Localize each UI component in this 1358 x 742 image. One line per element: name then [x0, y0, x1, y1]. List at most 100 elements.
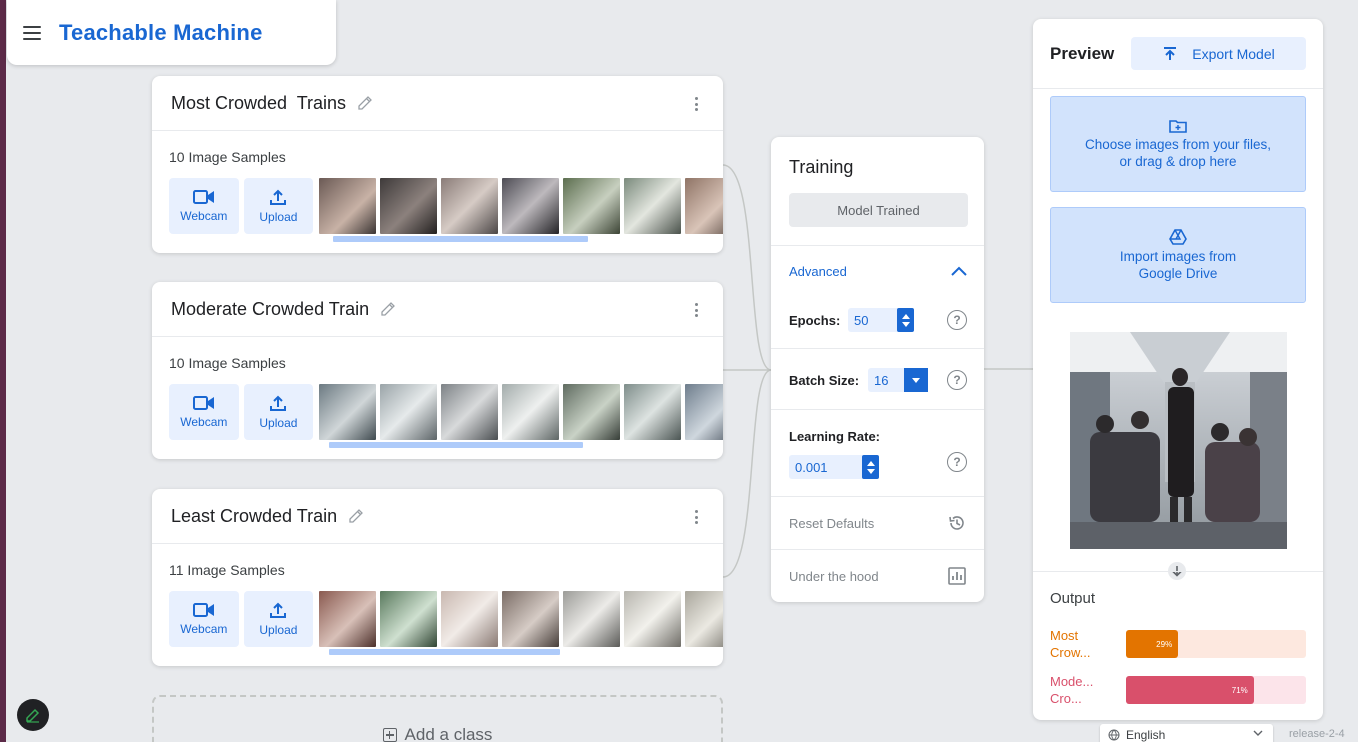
under-the-hood-button[interactable]: Under the hood [789, 569, 879, 584]
more-options-icon[interactable] [695, 97, 699, 111]
folder-icon [1169, 119, 1187, 133]
sample-thumbnail[interactable] [319, 591, 377, 647]
upload-button[interactable]: Upload [243, 178, 314, 234]
more-options-icon[interactable] [695, 510, 699, 524]
menu-icon[interactable] [23, 25, 41, 40]
epochs-input[interactable]: 50 [848, 308, 914, 332]
sample-thumbnail[interactable] [319, 178, 377, 234]
file-drop-zone[interactable]: Choose images from your files, or drag &… [1050, 96, 1306, 192]
help-icon[interactable]: ? [947, 310, 967, 330]
output-bar-fill: 29% [1126, 630, 1179, 658]
sample-thumbnail[interactable] [441, 384, 499, 440]
export-model-button[interactable]: Export Model [1131, 37, 1306, 70]
learning-rate-stepper[interactable] [862, 455, 879, 479]
sample-thumbnail[interactable] [685, 591, 723, 647]
sample-thumbnail[interactable] [441, 591, 499, 647]
drive-line1: Import images from [1119, 248, 1237, 264]
output-label-1: Most Crow... [1050, 627, 1120, 661]
class-header: Moderate Crowded Train [152, 282, 723, 337]
edit-pencil-icon[interactable] [379, 300, 397, 318]
language-select[interactable]: English [1100, 724, 1273, 742]
advanced-toggle[interactable]: Advanced [789, 264, 847, 279]
webcam-button[interactable]: Webcam [169, 178, 239, 234]
google-drive-import[interactable]: Import images from Google Drive [1050, 207, 1306, 303]
sample-thumbnail[interactable] [502, 384, 560, 440]
bar-chart-icon[interactable] [947, 566, 967, 586]
output-bar-1: 29% [1126, 630, 1306, 658]
learning-rate-value: 0.001 [795, 459, 828, 475]
batch-size-value: 16 [874, 372, 889, 388]
chevron-up-icon[interactable] [950, 265, 968, 277]
sample-count: 11 Image Samples [169, 562, 285, 578]
sample-thumbnail[interactable] [563, 178, 621, 234]
edit-pencil-icon[interactable] [347, 507, 365, 525]
sample-thumbnail[interactable] [685, 178, 723, 234]
batch-size-select[interactable]: 16 [868, 368, 928, 392]
add-class-button[interactable]: Add a class [152, 695, 723, 742]
sample-thumbnail[interactable] [563, 591, 621, 647]
sample-thumbnail[interactable] [380, 178, 438, 234]
upload-label: Upload [259, 210, 298, 224]
preview-panel: Preview Export Model Choose images from … [1033, 19, 1323, 720]
sample-thumbnails[interactable] [319, 591, 723, 647]
learning-rate-input[interactable]: 0.001 [789, 455, 879, 479]
upload-icon [270, 602, 287, 618]
upload-label: Upload [259, 623, 298, 637]
output-percent: 29% [1156, 639, 1173, 649]
drop-zone-line1: Choose images from your files, [1084, 136, 1272, 152]
reset-defaults-button[interactable]: Reset Defaults [789, 516, 874, 531]
edit-fab-button[interactable] [17, 699, 49, 731]
train-model-button[interactable]: Model Trained [789, 193, 968, 227]
preview-title: Preview [1050, 44, 1115, 63]
upload-button[interactable]: Upload [243, 384, 314, 440]
sample-count: 10 Image Samples [169, 149, 286, 165]
drop-zone-line2: or drag & drop here [1119, 153, 1237, 169]
webcam-label: Webcam [180, 415, 228, 429]
sample-thumbnail[interactable] [685, 384, 723, 440]
sample-thumbnail[interactable] [502, 591, 560, 647]
dropdown-arrow-icon[interactable] [904, 368, 928, 392]
sample-thumbnail[interactable] [380, 591, 438, 647]
class-name[interactable]: Moderate Crowded Train [171, 299, 369, 320]
sample-thumbnails[interactable] [319, 384, 723, 440]
divider [771, 348, 984, 349]
sample-thumbnail[interactable] [624, 384, 682, 440]
sample-thumbnail[interactable] [441, 178, 499, 234]
sample-thumbnail[interactable] [319, 384, 377, 440]
webcam-icon [192, 603, 214, 617]
sample-thumbnail[interactable] [624, 178, 682, 234]
history-icon[interactable] [947, 513, 967, 533]
sample-thumbnail[interactable] [624, 591, 682, 647]
sample-thumbnail[interactable] [380, 384, 438, 440]
thumbnail-scrollbar[interactable] [333, 236, 588, 242]
upload-button[interactable]: Upload [243, 591, 314, 647]
help-icon[interactable]: ? [947, 370, 967, 390]
sample-thumbnails[interactable] [319, 178, 723, 234]
output-label-1-line2: Crow... [1050, 645, 1091, 660]
output-label-2: Mode... Cro... [1050, 673, 1120, 707]
class-name[interactable]: Most Crowded Trains [171, 93, 346, 114]
sample-count: 10 Image Samples [169, 355, 286, 371]
more-options-icon[interactable] [695, 303, 699, 317]
sample-row: Webcam Upload [152, 384, 723, 440]
edit-pencil-icon[interactable] [356, 94, 374, 112]
class-name[interactable]: Least Crowded Train [171, 506, 337, 527]
epochs-value: 50 [854, 312, 869, 328]
sample-thumbnail[interactable] [563, 384, 621, 440]
batch-size-label: Batch Size: [789, 373, 860, 388]
output-label-2-line2: Cro... [1050, 691, 1082, 706]
help-icon[interactable]: ? [947, 452, 967, 472]
thumbnail-scrollbar[interactable] [329, 442, 583, 448]
webcam-button[interactable]: Webcam [169, 384, 239, 440]
divider [1033, 88, 1323, 89]
output-bar-2: 71% [1126, 676, 1306, 704]
output-label-1-line1: Most [1050, 628, 1079, 643]
webcam-icon [192, 396, 214, 410]
sample-thumbnail[interactable] [502, 178, 560, 234]
webcam-button[interactable]: Webcam [169, 591, 239, 647]
thumbnail-scrollbar[interactable] [329, 649, 560, 655]
divider [771, 496, 984, 497]
app-title[interactable]: Teachable Machine [59, 20, 263, 46]
divider [771, 549, 984, 550]
epochs-stepper[interactable] [897, 308, 914, 332]
